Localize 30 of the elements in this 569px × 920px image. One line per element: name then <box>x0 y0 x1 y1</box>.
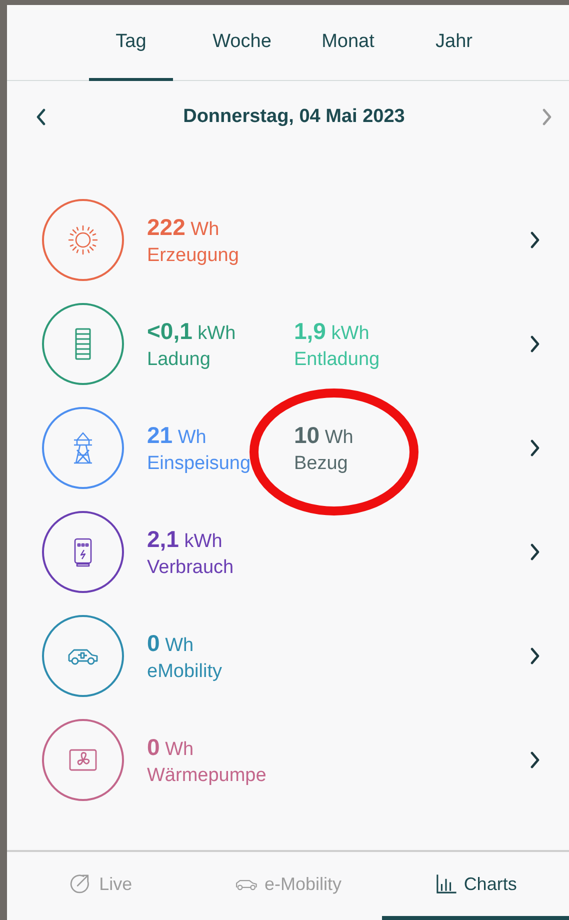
energy-label: Erzeugung <box>147 244 240 266</box>
period-tab[interactable]: Monat <box>295 5 401 81</box>
period-tab[interactable]: Woche <box>189 5 295 81</box>
period-tab[interactable]: Jahr <box>401 5 507 81</box>
previous-icon[interactable] <box>35 108 47 126</box>
energy-label: Verbrauch <box>147 556 235 578</box>
energy-value: 0 Wh <box>147 630 195 656</box>
chevron-right-icon <box>529 439 541 457</box>
nav-tab[interactable]: Charts <box>382 852 569 920</box>
energy-value: <0,1 kWh <box>147 318 237 344</box>
energy-value: 2,1 kWh <box>147 526 224 552</box>
chevron-right-icon <box>529 543 541 561</box>
energy-value: 1,9 kWh <box>294 318 370 344</box>
chevron-right-icon <box>529 751 541 769</box>
date-title: Donnerstag, 04 Mai 2023 <box>183 106 405 128</box>
energy-value: 0 Wh <box>147 734 195 760</box>
energy-label: eMobility <box>147 660 223 682</box>
energy-value: 222 Wh <box>147 214 220 240</box>
period-tab[interactable]: Tag <box>89 5 173 81</box>
energy-value: 10 Wh <box>294 422 354 448</box>
energy-label: Bezug <box>294 452 349 474</box>
chevron-right-icon <box>529 647 541 665</box>
energy-label: Entladung <box>294 348 381 370</box>
chevron-right-icon <box>529 231 541 249</box>
energy-value: 21 Wh <box>147 422 208 448</box>
energy-label: Einspeisung <box>147 452 252 474</box>
chevron-right-icon <box>529 335 541 353</box>
energy-label: Ladung <box>147 348 212 370</box>
energy-label: Wärmepumpe <box>147 764 268 786</box>
bar-chart-icon <box>434 873 458 895</box>
